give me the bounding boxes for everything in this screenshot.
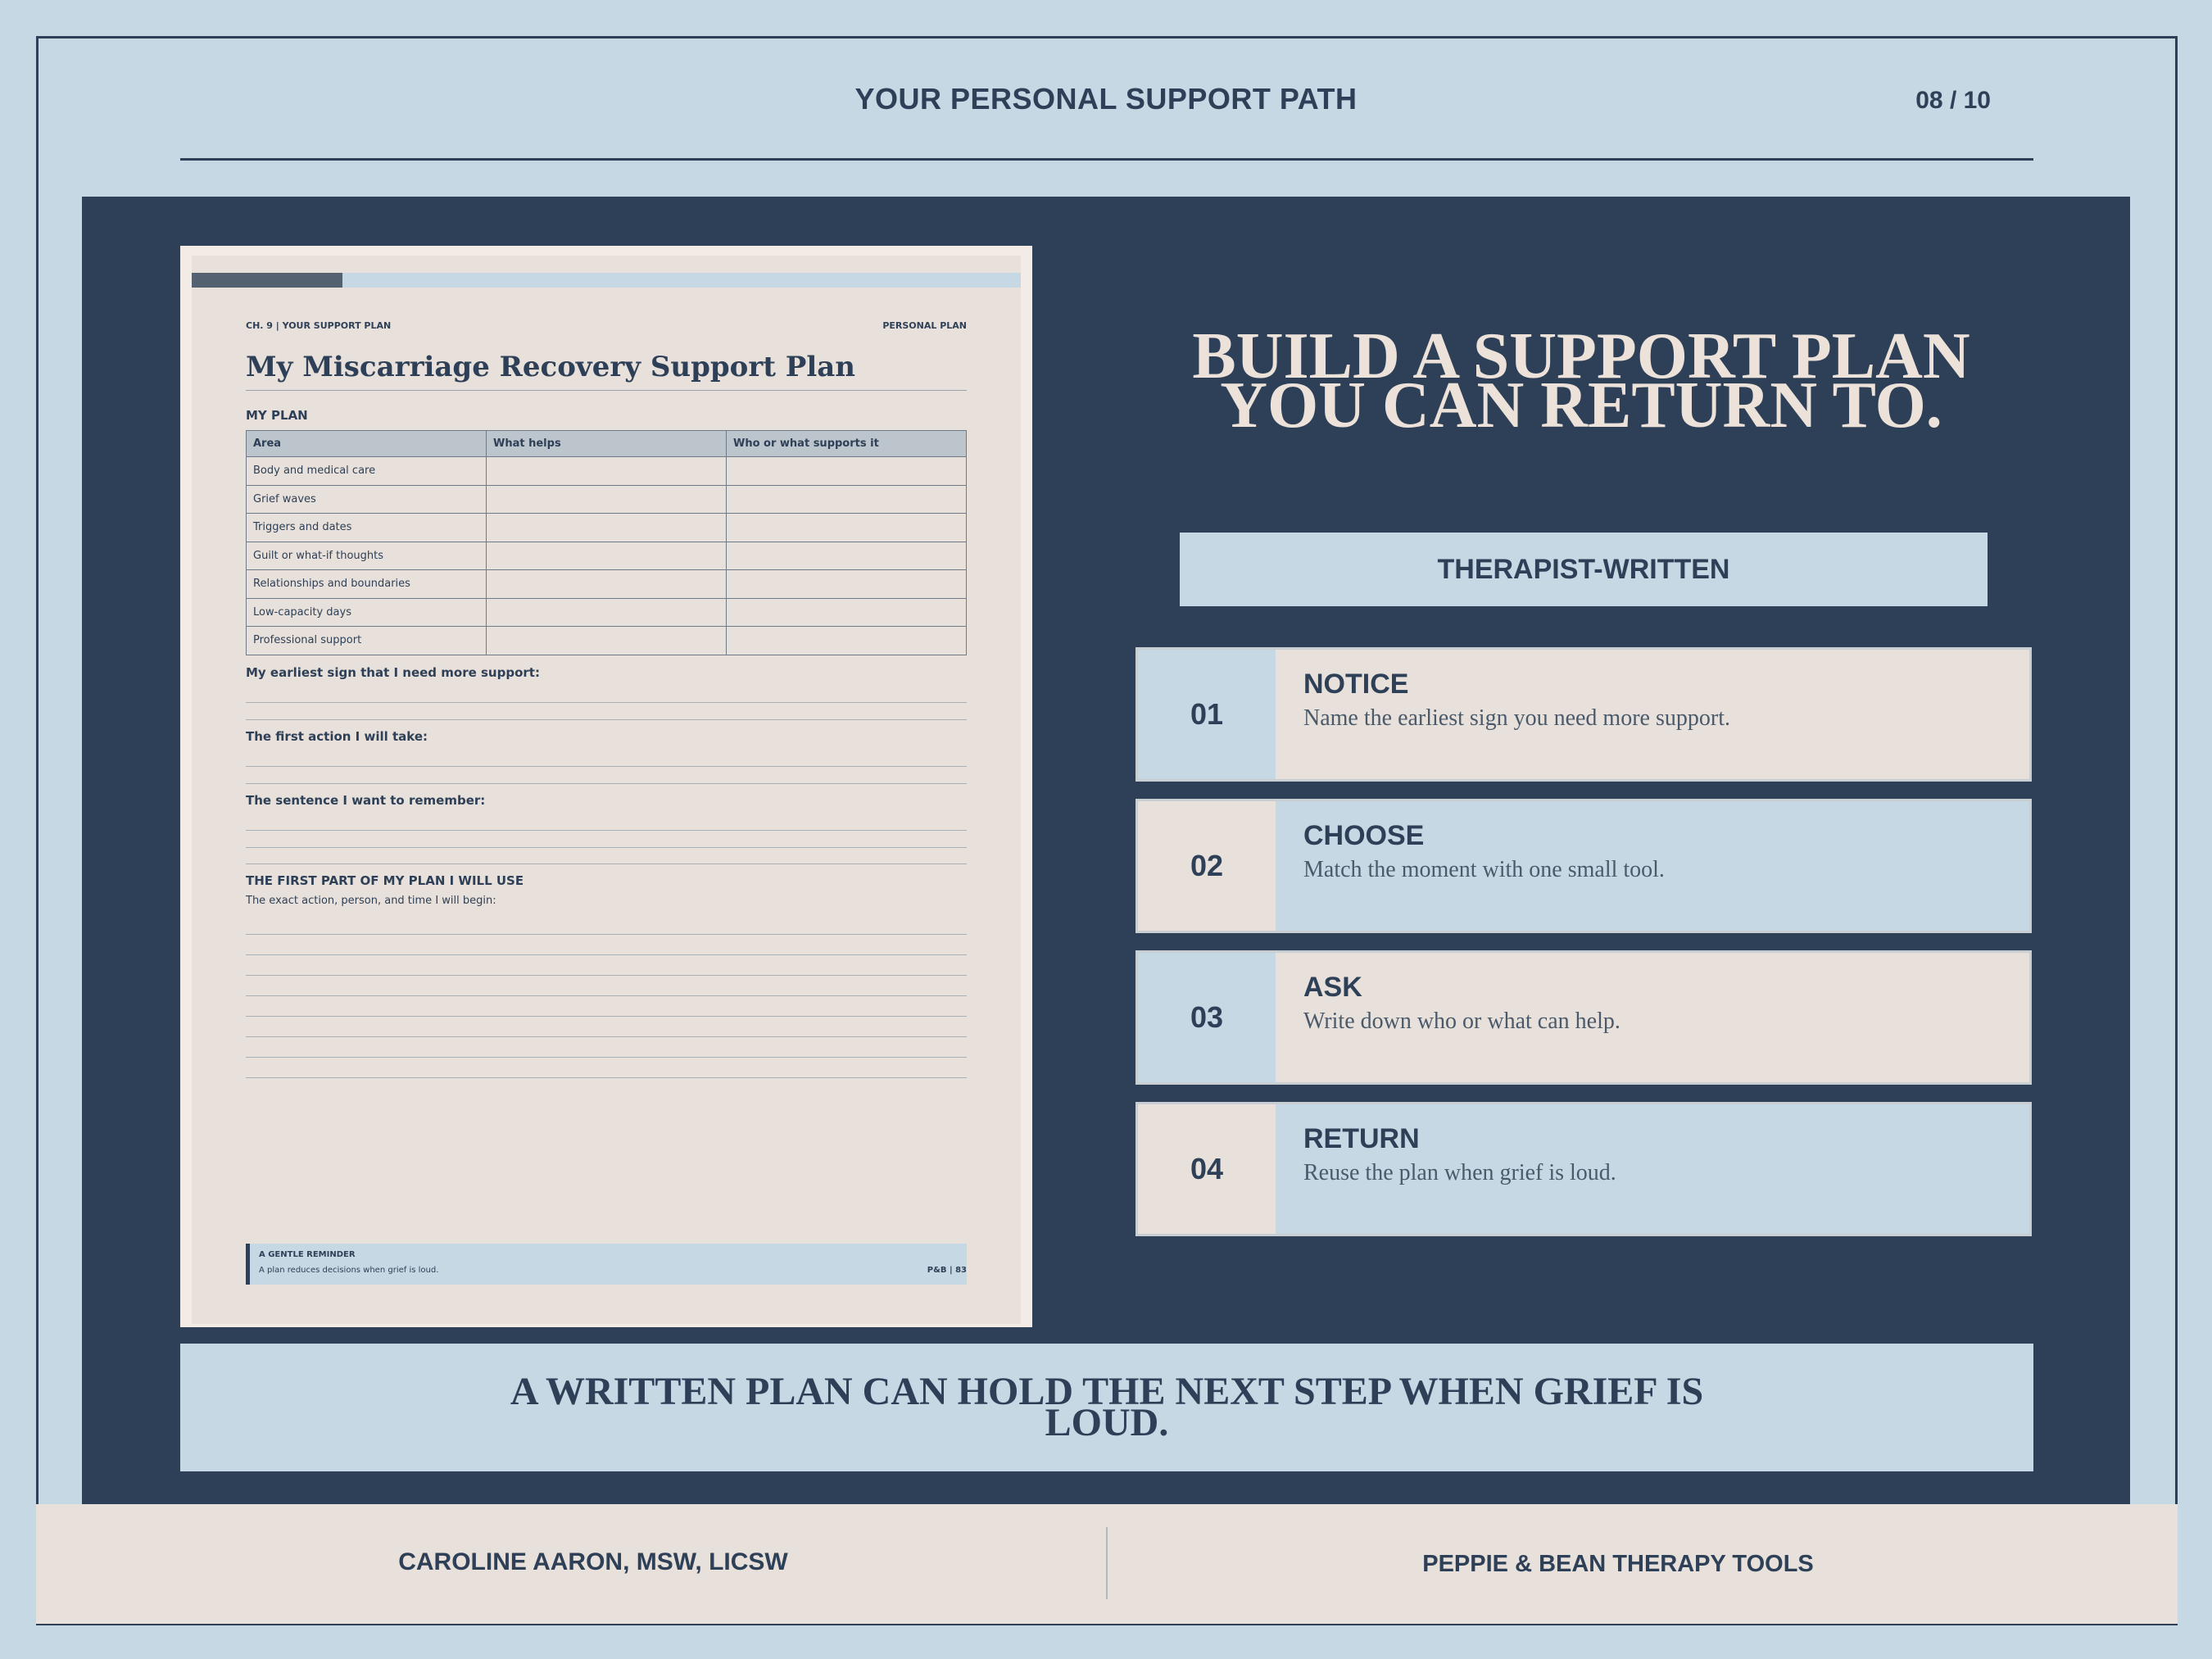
step-number: 01 bbox=[1138, 650, 1276, 779]
step-card-notice: 01 NOTICE Name the earliest sign you nee… bbox=[1135, 647, 2032, 782]
table-row: Low-capacity days bbox=[246, 597, 967, 627]
table-cell-blank bbox=[486, 541, 727, 570]
column-header: What helps bbox=[486, 430, 727, 457]
worksheet-tag: PERSONAL PLAN bbox=[882, 320, 967, 331]
table-cell-blank bbox=[726, 513, 967, 542]
writing-line bbox=[246, 783, 967, 784]
banner-text: A WRITTEN PLAN CAN HOLD THE NEXT STEP WH… bbox=[510, 1370, 1704, 1444]
step-description: Reuse the plan when grief is loud. bbox=[1303, 1160, 1616, 1185]
writing-line bbox=[246, 1057, 967, 1058]
writing-line bbox=[246, 995, 967, 996]
writing-line bbox=[246, 1077, 967, 1078]
worksheet-title: My Miscarriage Recovery Support Plan bbox=[246, 351, 856, 383]
first-part-caption: The exact action, person, and time I wil… bbox=[246, 895, 496, 907]
writing-line bbox=[246, 719, 967, 720]
table-cell-blank bbox=[726, 456, 967, 486]
step-number: 04 bbox=[1138, 1104, 1276, 1234]
table-row: Relationships and boundaries bbox=[246, 569, 967, 599]
table-cell-blank bbox=[486, 456, 727, 486]
table-cell-blank bbox=[486, 626, 727, 655]
writing-line bbox=[246, 766, 967, 767]
table-cell-area: Triggers and dates bbox=[246, 513, 487, 542]
key-message-banner: A WRITTEN PLAN CAN HOLD THE NEXT STEP WH… bbox=[180, 1344, 2033, 1471]
writing-line bbox=[246, 1016, 967, 1017]
worksheet-prompt: My earliest sign that I need more suppor… bbox=[246, 665, 540, 680]
table-cell-blank bbox=[726, 541, 967, 570]
table-cell-blank bbox=[486, 597, 727, 627]
step-card-return: 04 RETURN Reuse the plan when grief is l… bbox=[1135, 1102, 2032, 1236]
reminder-title: A GENTLE REMINDER bbox=[259, 1250, 356, 1259]
table-header-row: Area What helps Who or what supports it bbox=[246, 430, 967, 457]
table-row: Guilt or what-if thoughts bbox=[246, 541, 967, 570]
step-title: CHOOSE bbox=[1303, 820, 1425, 851]
step-title: NOTICE bbox=[1303, 669, 1409, 700]
first-part-title: THE FIRST PART OF MY PLAN I WILL USE bbox=[246, 873, 524, 888]
table-cell-blank bbox=[726, 569, 967, 599]
reminder-page-number: P&B | 83 bbox=[927, 1266, 967, 1275]
page-number: 08 / 10 bbox=[1915, 87, 1991, 114]
step-title: RETURN bbox=[1303, 1123, 1420, 1154]
therapist-written-badge: THERAPIST-WRITTEN bbox=[1180, 533, 1988, 606]
writing-line bbox=[246, 847, 967, 848]
worksheet-section-label: MY PLAN bbox=[246, 408, 308, 423]
worksheet-page bbox=[192, 256, 1021, 1324]
table-cell-blank bbox=[486, 569, 727, 599]
column-header: Area bbox=[246, 430, 487, 457]
step-card-ask: 03 ASK Write down who or what can help. bbox=[1135, 950, 2032, 1085]
writing-line bbox=[246, 1036, 967, 1037]
table-row: Body and medical care bbox=[246, 456, 967, 486]
plan-table: Area What helps Who or what supports it … bbox=[246, 430, 967, 655]
writing-line bbox=[246, 863, 967, 864]
table-row: Professional support bbox=[246, 626, 967, 655]
step-number: 02 bbox=[1138, 801, 1276, 931]
column-header: Who or what supports it bbox=[726, 430, 967, 457]
step-card-choose: 02 CHOOSE Match the moment with one smal… bbox=[1135, 799, 2032, 933]
worksheet-chapter: CH. 9 | YOUR SUPPORT PLAN bbox=[246, 320, 392, 331]
reminder-text: A plan reduces decisions when grief is l… bbox=[259, 1266, 439, 1275]
table-cell-blank bbox=[726, 484, 967, 514]
table-cell-area: Guilt or what-if thoughts bbox=[246, 541, 487, 570]
table-row: Grief waves bbox=[246, 484, 967, 514]
writing-line bbox=[246, 975, 967, 976]
table-cell-area: Professional support bbox=[246, 626, 487, 655]
step-number: 03 bbox=[1138, 953, 1276, 1082]
worksheet-prompt: The first action I will take: bbox=[246, 729, 428, 744]
table-cell-area: Low-capacity days bbox=[246, 597, 487, 627]
writing-line bbox=[246, 954, 967, 955]
table-cell-area: Grief waves bbox=[246, 484, 487, 514]
headline-line-2: YOU CAN RETURN TO. bbox=[1220, 369, 1942, 442]
main-headline: BUILD A SUPPORT PLAN YOU CAN RETURN TO. bbox=[1131, 324, 2032, 442]
table-cell-area: Relationships and boundaries bbox=[246, 569, 487, 599]
step-description: Match the moment with one small tool. bbox=[1303, 857, 1665, 882]
worksheet-title-rule bbox=[246, 390, 967, 391]
writing-line bbox=[246, 702, 967, 703]
step-description: Name the earliest sign you need more sup… bbox=[1303, 705, 1730, 731]
footer-author: CAROLINE AARON, MSW, LICSW bbox=[398, 1548, 788, 1575]
step-title: ASK bbox=[1303, 972, 1362, 1003]
writing-line bbox=[246, 830, 967, 831]
table-cell-blank bbox=[486, 513, 727, 542]
header-divider bbox=[180, 158, 2033, 161]
table-cell-area: Body and medical care bbox=[246, 456, 487, 486]
footer-brand: PEPPIE & BEAN THERAPY TOOLS bbox=[1422, 1551, 1814, 1577]
writing-line bbox=[246, 934, 967, 935]
worksheet-progress-fill bbox=[192, 273, 342, 288]
table-cell-blank bbox=[726, 626, 967, 655]
worksheet-prompt: The sentence I want to remember: bbox=[246, 793, 486, 808]
table-row: Triggers and dates bbox=[246, 513, 967, 542]
step-description: Write down who or what can help. bbox=[1303, 1009, 1620, 1034]
table-cell-blank bbox=[726, 597, 967, 627]
table-cell-blank bbox=[486, 484, 727, 514]
